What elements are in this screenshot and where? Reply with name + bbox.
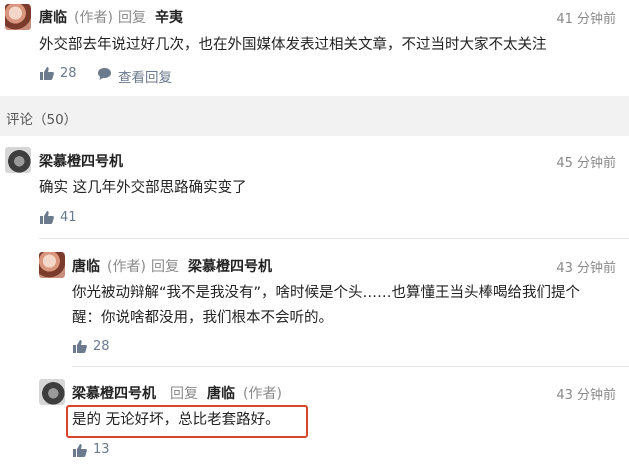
timestamp: 41 分钟前 <box>556 12 616 27</box>
author-tag: (作者) <box>107 259 146 275</box>
divider <box>72 366 629 367</box>
avatar[interactable] <box>5 4 31 30</box>
speech-bubble-icon[interactable] <box>97 67 112 81</box>
reply-label: 回复 <box>151 259 179 275</box>
thumbs-up-icon[interactable] <box>72 443 88 458</box>
reply-label: 回复 <box>118 10 146 26</box>
reply-to-name[interactable]: 唐临 <box>207 383 235 403</box>
author-tag: (作者) <box>243 386 282 402</box>
comment-text: 外交部去年说过好几次，也在外国媒体发表过相关文章，不过当时大家不太关注 <box>39 37 547 53</box>
comments-header: 评论（50） <box>6 112 78 128</box>
like-count: 28 <box>60 66 77 81</box>
author-tag: (作者) <box>74 10 113 26</box>
author-name[interactable]: 梁慕橙四号机 <box>39 151 123 171</box>
thumbs-up-icon[interactable] <box>72 339 88 354</box>
comment-text: 确实 这几年外交部思路确实变了 <box>39 180 247 196</box>
reply-to-name[interactable]: 辛夷 <box>155 7 183 27</box>
like-count: 13 <box>93 442 110 457</box>
avatar[interactable] <box>39 379 65 405</box>
avatar[interactable] <box>39 252 65 278</box>
reply-to-name[interactable]: 梁慕橙四号机 <box>188 256 272 276</box>
author-name[interactable]: 梁慕橙四号机 <box>72 383 156 403</box>
timestamp: 45 分钟前 <box>556 156 616 171</box>
comments-header-bar <box>0 96 629 136</box>
comment-text: 是的 无论好坏，总比老套路好。 <box>72 412 280 428</box>
timestamp: 43 分钟前 <box>556 388 616 403</box>
reply-label: 回复 <box>170 386 198 402</box>
thumbs-up-icon[interactable] <box>39 66 55 81</box>
comment-text-line2: 醒：你说啥都没用，我们根本不会听的。 <box>72 310 333 326</box>
thumbs-up-icon[interactable] <box>39 210 55 225</box>
comment-text-line1: 你光被动辩解“我不是我没有”，啥时候是个头……也算懂王当头棒喝给我们提个 <box>72 285 581 301</box>
like-count: 41 <box>60 210 77 225</box>
author-name[interactable]: 唐临 <box>39 7 67 27</box>
divider <box>39 238 629 239</box>
avatar[interactable] <box>5 147 31 173</box>
view-replies-link[interactable]: 查看回复 <box>118 66 172 86</box>
like-count: 28 <box>93 339 110 354</box>
author-name[interactable]: 唐临 <box>72 256 100 276</box>
timestamp: 43 分钟前 <box>556 261 616 276</box>
